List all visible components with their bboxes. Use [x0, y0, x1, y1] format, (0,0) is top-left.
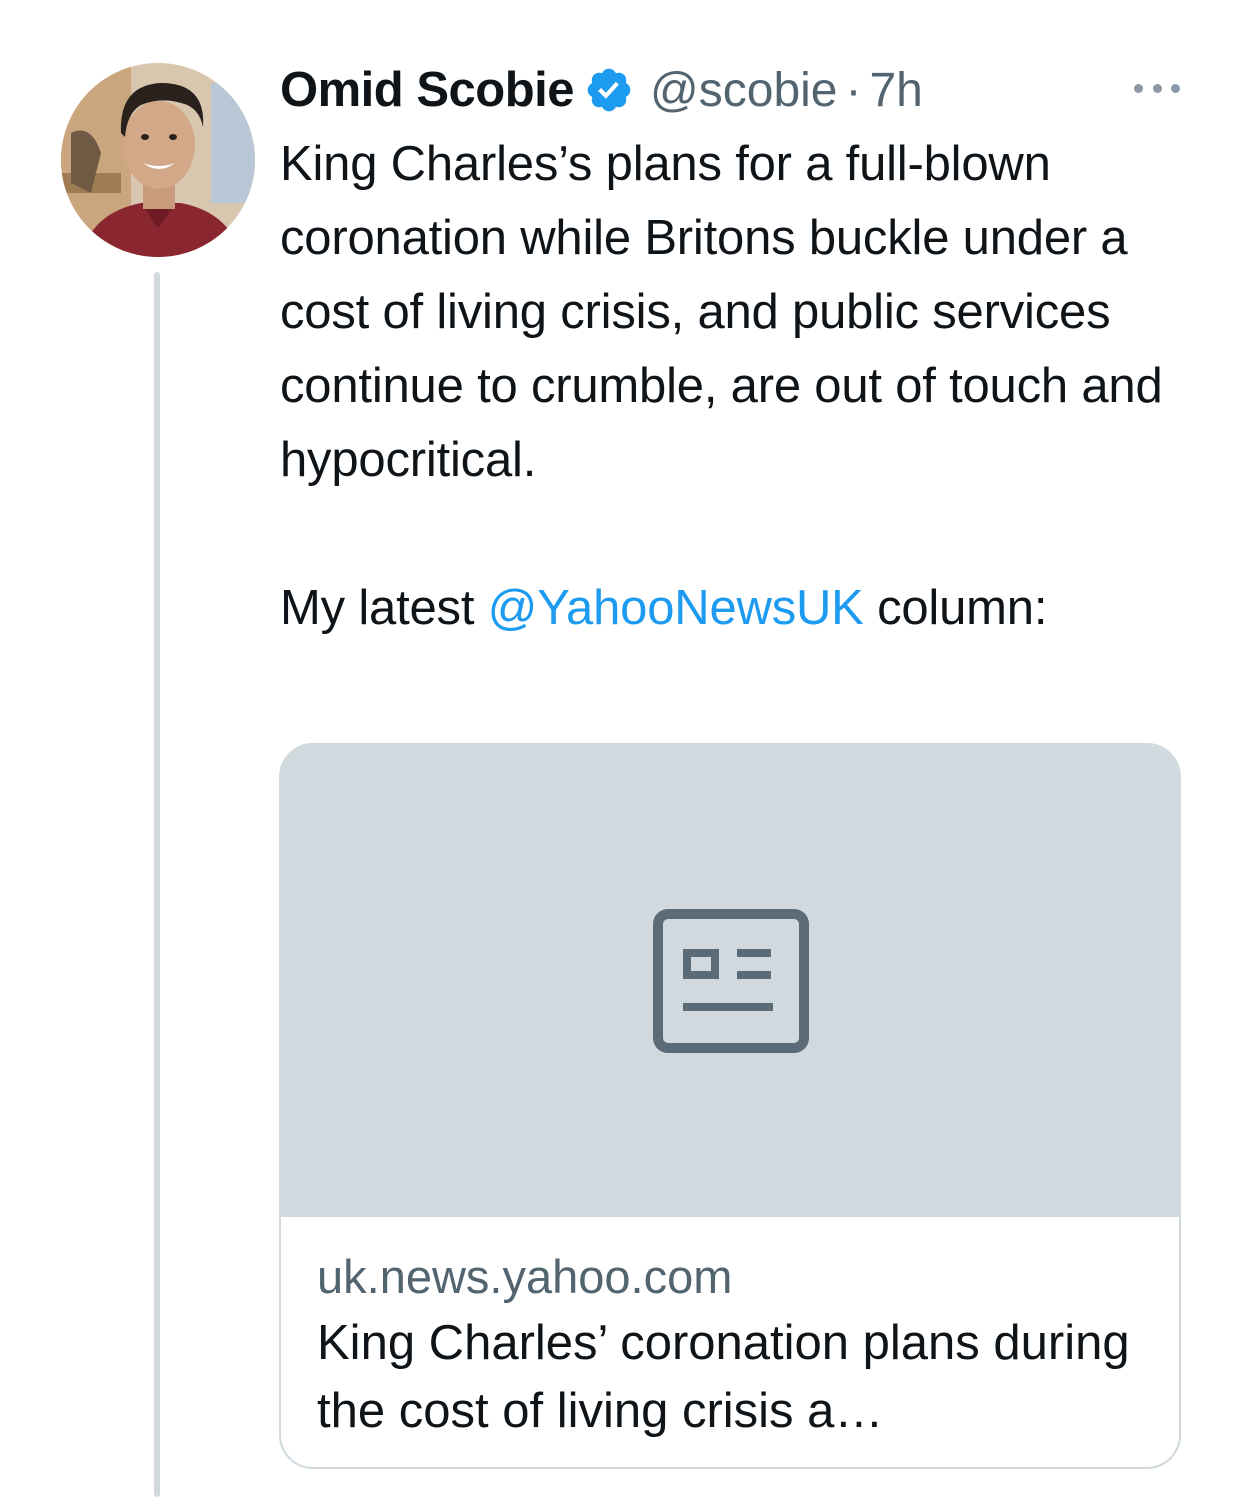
- author-name[interactable]: Omid Scobie: [280, 62, 575, 118]
- avatar-photo: [61, 63, 255, 257]
- news-article-icon: [653, 909, 809, 1053]
- card-title: King Charles’ coronation plans during th…: [317, 1316, 1130, 1438]
- card-media-placeholder[interactable]: [281, 745, 1179, 1217]
- card-domain: uk.news.yahoo.com: [317, 1250, 733, 1303]
- header-separator: ·: [845, 63, 862, 117]
- author-handle[interactable]: @scobie: [650, 63, 837, 118]
- tweet-header: Omid Scobie @scobie · 7h: [280, 58, 923, 122]
- tweet-text-paragraph: My latest @YahooNewsUK column:: [280, 571, 1190, 645]
- tweet-text: King Charles’s plans for a full-blown co…: [280, 127, 1190, 645]
- card-info[interactable]: uk.news.yahoo.com King Charles’ coronati…: [317, 1245, 1157, 1445]
- text-prefix: My latest: [280, 581, 488, 635]
- text-suffix: column:: [863, 581, 1048, 635]
- link-preview-card[interactable]: uk.news.yahoo.com King Charles’ coronati…: [279, 743, 1181, 1469]
- tweet[interactable]: Omid Scobie @scobie · 7h King Charles’s …: [0, 0, 1242, 1497]
- avatar[interactable]: [61, 63, 255, 257]
- tweet-timestamp[interactable]: 7h: [869, 63, 922, 118]
- mention-link[interactable]: @YahooNewsUK: [488, 581, 864, 635]
- thread-line: [154, 272, 160, 1497]
- verified-badge-icon: [584, 65, 634, 115]
- tweet-text-paragraph: King Charles’s plans for a full-blown co…: [280, 137, 1163, 487]
- more-options-icon[interactable]: [1134, 78, 1180, 98]
